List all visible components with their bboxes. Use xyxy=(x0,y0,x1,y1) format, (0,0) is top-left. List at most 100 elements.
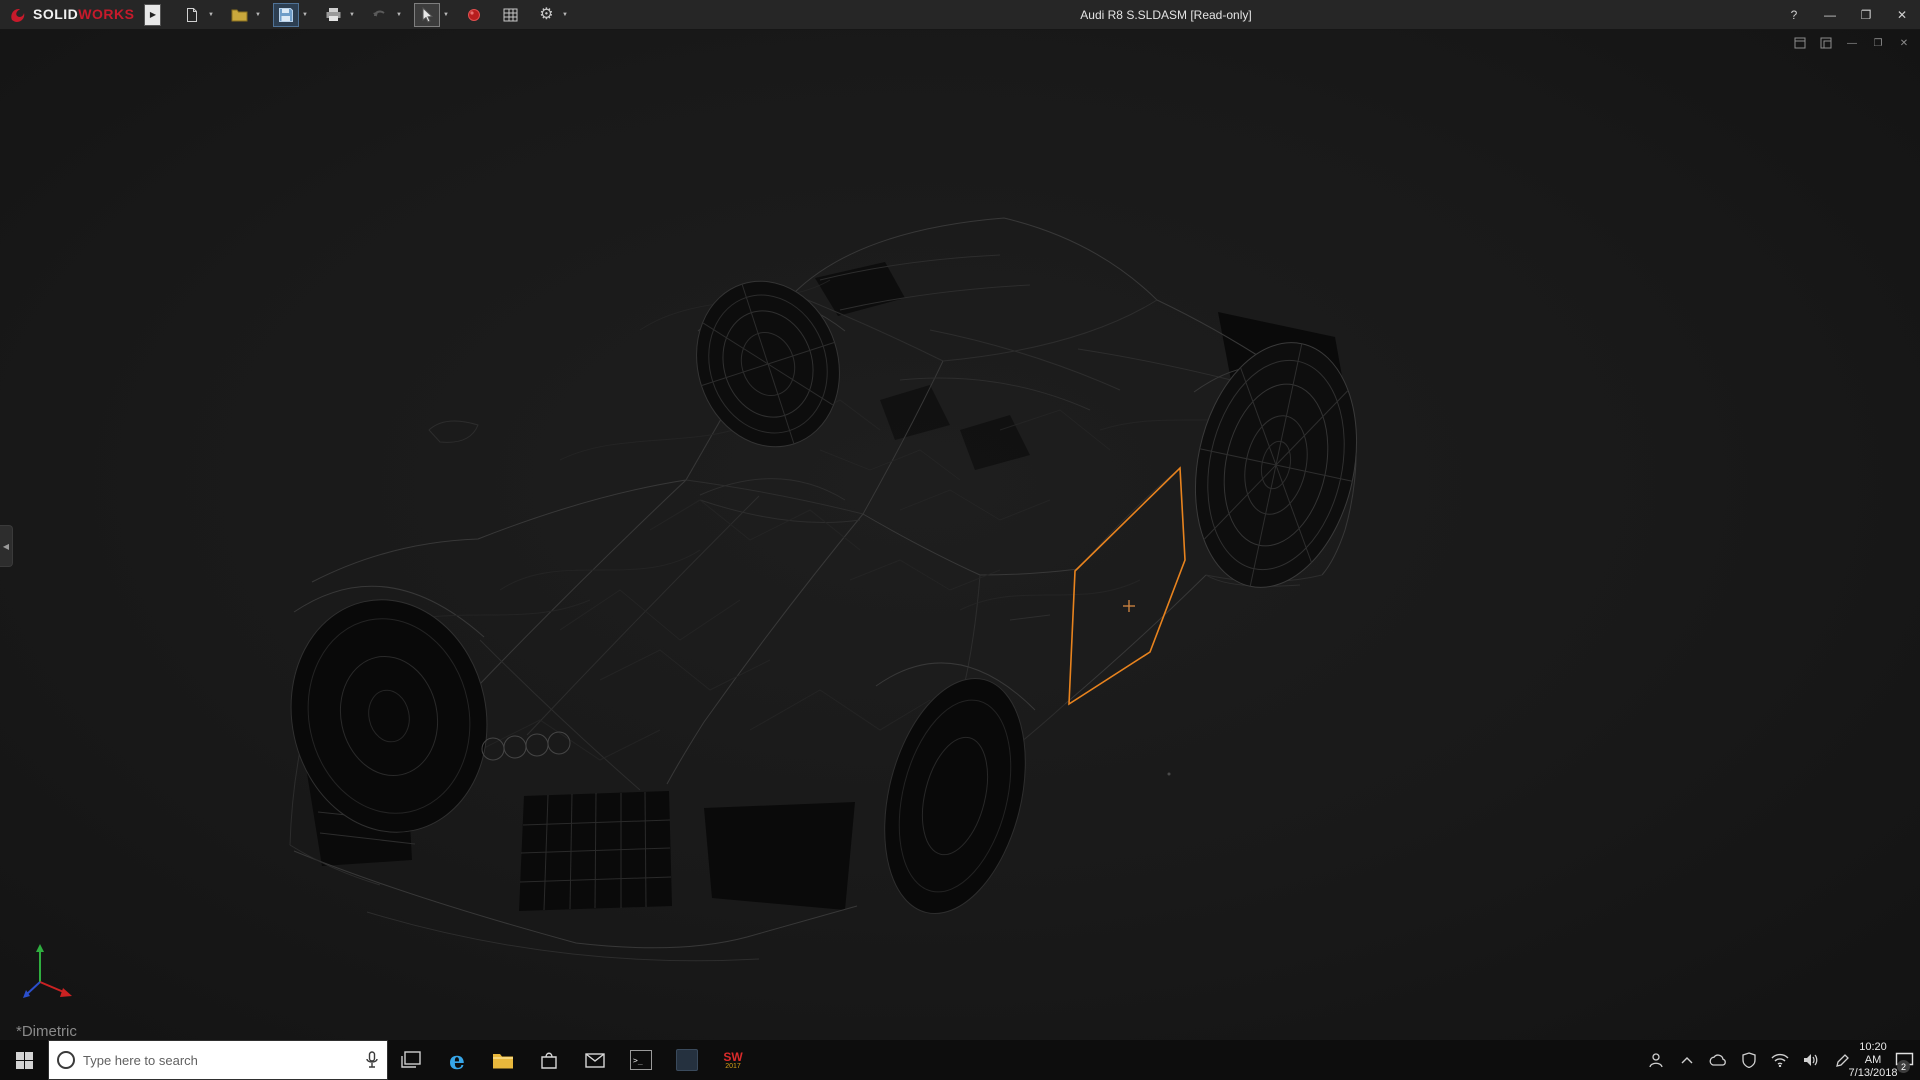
doc-window-icon-left[interactable] xyxy=(1790,34,1810,52)
printer-icon xyxy=(325,7,342,22)
select-cursor-icon xyxy=(420,7,434,23)
file-explorer-button[interactable] xyxy=(480,1040,526,1080)
network-button[interactable] xyxy=(1768,1040,1792,1080)
task-view-button[interactable] xyxy=(388,1040,434,1080)
action-center-button[interactable]: 2 xyxy=(1892,1040,1916,1080)
undo-dropdown[interactable]: ▼ xyxy=(393,3,404,27)
front-left-wheel xyxy=(270,581,508,850)
close-button[interactable]: ✕ xyxy=(1884,0,1920,30)
people-button[interactable] xyxy=(1644,1040,1668,1080)
new-window-icon xyxy=(1820,37,1832,49)
rear-right-wheel xyxy=(1174,327,1378,602)
chevron-down-icon: ▼ xyxy=(396,12,402,18)
chevron-down-icon: ▼ xyxy=(349,12,355,18)
panel-expand-arrow-icon: ◀ xyxy=(3,542,9,551)
help-button[interactable]: ? xyxy=(1776,0,1812,30)
chevron-up-icon xyxy=(1681,1056,1693,1064)
select-tool-button[interactable] xyxy=(414,3,440,27)
volume-button[interactable] xyxy=(1799,1040,1823,1080)
document-window-controls: — ❐ ✕ xyxy=(1790,34,1914,52)
brand-text-solid: SOLID xyxy=(33,6,78,22)
speaker-icon xyxy=(1803,1053,1819,1067)
minimize-icon: — xyxy=(1824,8,1836,22)
notification-count-badge: 2 xyxy=(1897,1060,1910,1073)
store-button[interactable] xyxy=(526,1040,572,1080)
chevron-down-icon: ▼ xyxy=(443,12,449,18)
gear-icon: ⚙ xyxy=(539,7,553,23)
sw-letters: SW xyxy=(723,1051,742,1063)
select-tool-dropdown[interactable]: ▼ xyxy=(440,3,451,27)
taskbar-search[interactable] xyxy=(48,1040,388,1080)
store-bag-icon xyxy=(540,1051,558,1069)
edge-browser-button[interactable]: e xyxy=(434,1040,480,1080)
microphone-icon[interactable] xyxy=(365,1051,379,1069)
print-button[interactable] xyxy=(320,3,346,27)
properties-table-icon xyxy=(503,8,518,22)
save-button[interactable] xyxy=(273,3,299,27)
doc-restore-button[interactable]: ❐ xyxy=(1868,34,1888,52)
minimize-button[interactable]: — xyxy=(1812,0,1848,30)
orientation-triad xyxy=(23,944,72,998)
task-view-icon xyxy=(401,1051,421,1069)
clock-date: 7/13/2018 xyxy=(1849,1067,1898,1080)
wireframe-canvas[interactable] xyxy=(0,30,1920,1040)
doc-window-icon-right[interactable] xyxy=(1816,34,1836,52)
main-toolbar: ▼ ▼ ▼ ▼ xyxy=(179,3,576,27)
front-right-wheel xyxy=(862,664,1048,929)
options-button[interactable]: ⚙ xyxy=(533,3,559,27)
open-dropdown[interactable]: ▼ xyxy=(252,3,263,27)
file-explorer-icon xyxy=(492,1052,514,1069)
search-input[interactable] xyxy=(83,1053,357,1068)
solidworks-app-icon: SW 2017 xyxy=(723,1051,742,1070)
show-hidden-icons-button[interactable] xyxy=(1675,1040,1699,1080)
cortana-ring-icon xyxy=(57,1051,75,1069)
new-document-icon xyxy=(184,7,200,23)
new-document-button[interactable] xyxy=(179,3,205,27)
onedrive-button[interactable] xyxy=(1706,1040,1730,1080)
edrawings-button[interactable] xyxy=(664,1040,710,1080)
security-button[interactable] xyxy=(1737,1040,1761,1080)
feature-manager-collapsed-tab[interactable]: ◀ xyxy=(0,525,13,567)
windows-taskbar: e >_ SW 2017 xyxy=(0,1040,1920,1080)
file-properties-button[interactable] xyxy=(497,3,523,27)
maximize-restore-button[interactable]: ❐ xyxy=(1848,0,1884,30)
new-document-dropdown[interactable]: ▼ xyxy=(205,3,216,27)
pen-icon xyxy=(1835,1053,1850,1068)
undo-button[interactable] xyxy=(367,3,393,27)
chevron-down-icon: ▼ xyxy=(302,12,308,18)
restore-icon: ❐ xyxy=(1861,8,1872,22)
solidworks-logo: SOLIDWORKS xyxy=(0,5,144,25)
doc-close-icon: ✕ xyxy=(1900,38,1908,49)
close-icon: ✕ xyxy=(1897,8,1907,22)
doc-minimize-button[interactable]: — xyxy=(1842,34,1862,52)
mail-envelope-icon xyxy=(585,1053,605,1068)
open-button[interactable] xyxy=(226,3,252,27)
options-dropdown[interactable]: ▼ xyxy=(559,3,570,27)
solidworks-app-button[interactable]: SW 2017 xyxy=(710,1040,756,1080)
clock-time: 10:20 AM xyxy=(1859,1041,1887,1067)
split-window-icon xyxy=(1794,37,1806,49)
prompt-glyph: >_ xyxy=(633,1056,643,1065)
command-prompt-button[interactable]: >_ xyxy=(618,1040,664,1080)
help-icon: ? xyxy=(1791,8,1798,22)
people-icon xyxy=(1648,1052,1664,1068)
taskbar-clock[interactable]: 10:20 AM 7/13/2018 xyxy=(1861,1040,1885,1080)
menu-flyout-button[interactable]: ▶ xyxy=(144,4,161,26)
start-button[interactable] xyxy=(0,1040,48,1080)
open-folder-icon xyxy=(231,7,248,22)
shield-icon xyxy=(1742,1052,1756,1068)
undo-arrow-icon xyxy=(372,8,388,22)
doc-restore-icon: ❐ xyxy=(1874,38,1883,49)
doc-close-button[interactable]: ✕ xyxy=(1894,34,1914,52)
rebuild-sphere-icon xyxy=(467,8,481,22)
windows-logo-icon xyxy=(16,1052,33,1069)
save-dropdown[interactable]: ▼ xyxy=(299,3,310,27)
print-dropdown[interactable]: ▼ xyxy=(346,3,357,27)
cloud-icon xyxy=(1709,1054,1727,1066)
sw-year: 2017 xyxy=(725,1063,741,1070)
graphics-area[interactable]: — ❐ ✕ ◀ *Dimetric xyxy=(0,30,1920,1040)
wifi-icon xyxy=(1771,1053,1789,1067)
app-titlebar: SOLIDWORKS ▶ ▼ ▼ xyxy=(0,0,1920,30)
rebuild-button[interactable] xyxy=(461,3,487,27)
mail-button[interactable] xyxy=(572,1040,618,1080)
